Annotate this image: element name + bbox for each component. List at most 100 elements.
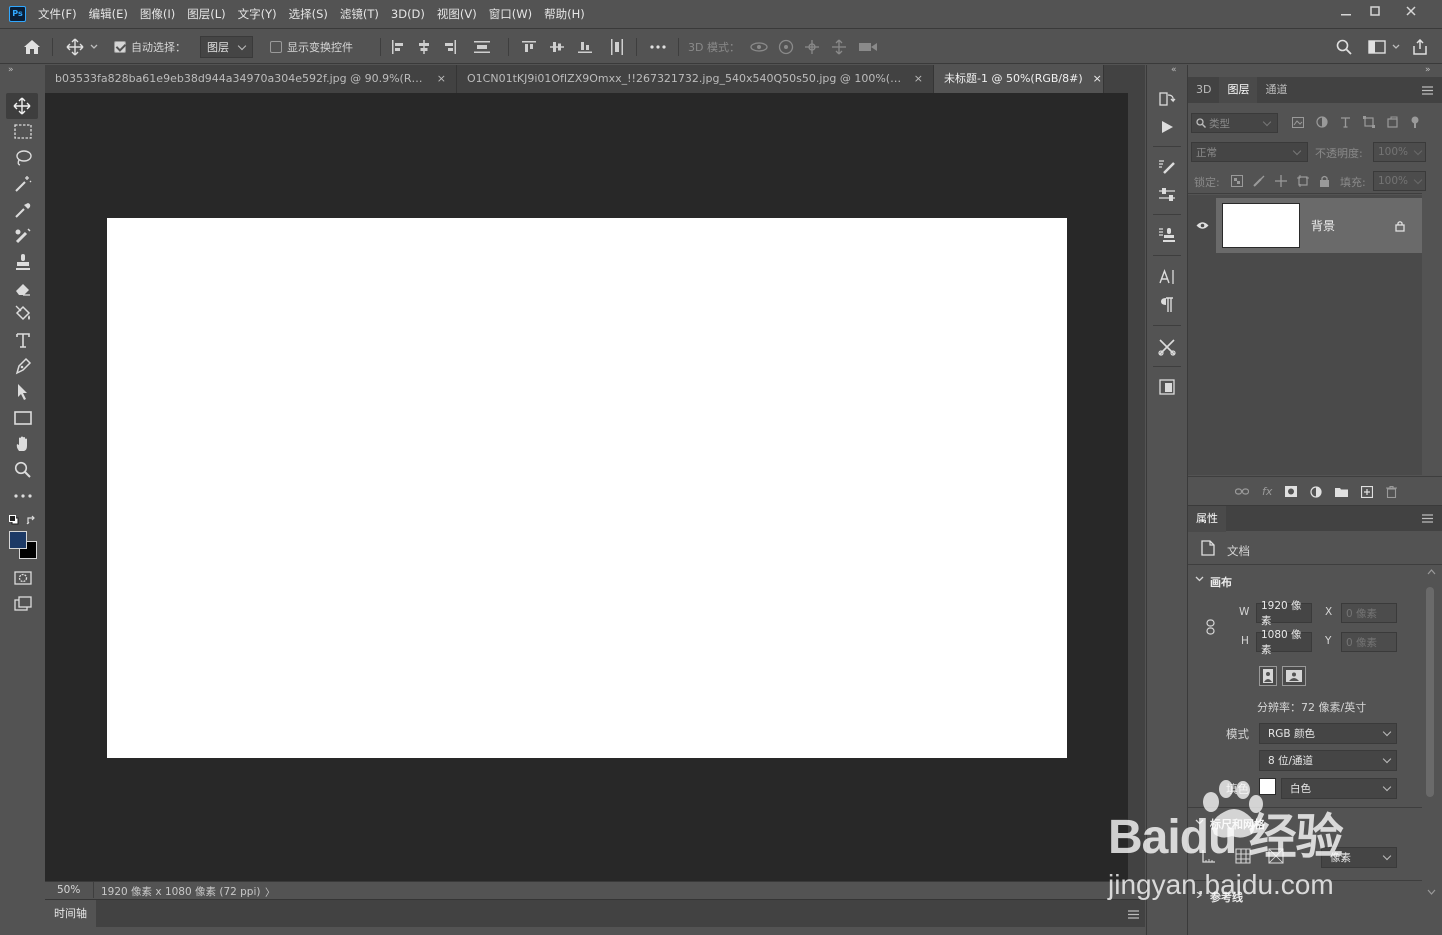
panel-menu-icon[interactable] <box>1422 86 1433 95</box>
align-left-icon[interactable] <box>392 40 404 54</box>
tab-close-icon[interactable]: × <box>914 65 923 93</box>
filter-adjustment-icon[interactable] <box>1316 116 1328 128</box>
maximize-button[interactable] <box>1358 0 1392 22</box>
share-button[interactable] <box>1410 30 1430 64</box>
slide-3d-icon[interactable] <box>830 39 848 55</box>
height-input[interactable]: 1080 像素 <box>1256 629 1312 656</box>
marquee-tool[interactable] <box>0 119 45 145</box>
pixel-grid-icon[interactable] <box>1268 848 1284 864</box>
chevron-right-icon[interactable] <box>1195 892 1204 898</box>
magic-wand-tool[interactable] <box>0 171 45 197</box>
menu-edit[interactable]: 编辑(E) <box>83 0 134 29</box>
layer-name[interactable]: 背景 <box>1311 217 1335 234</box>
lock-position-icon[interactable] <box>1275 175 1287 187</box>
blend-mode-dropdown[interactable]: 正常 <box>1191 142 1308 162</box>
tab-layers[interactable]: 图层 <box>1219 77 1258 103</box>
zoom-tool[interactable] <box>0 457 45 483</box>
link-dimensions-icon[interactable] <box>1206 619 1215 635</box>
status-menu-arrow[interactable]: 〉 <box>265 884 275 899</box>
foreground-color-swatch[interactable] <box>9 531 27 549</box>
menu-filter[interactable]: 滤镜(T) <box>334 0 385 29</box>
ruler-icon[interactable] <box>1202 849 1216 863</box>
tab-document-2[interactable]: O1CN01tKJ9i01OfIZX9Omxx_!!267321732.jpg_… <box>457 65 934 93</box>
paragraph-panel-button[interactable] <box>1147 291 1187 319</box>
menu-view[interactable]: 视图(V) <box>431 0 483 29</box>
menu-3d[interactable]: 3D(D) <box>385 0 431 29</box>
distribute-horizontal-icon[interactable] <box>610 39 624 55</box>
actions-panel-button[interactable] <box>1147 113 1187 141</box>
fill-color-dropdown[interactable]: 白色 <box>1281 778 1397 799</box>
fill-input[interactable]: 100% <box>1373 171 1426 191</box>
type-tool[interactable] <box>0 327 45 353</box>
landscape-orientation-button[interactable] <box>1282 666 1306 686</box>
clone-stamp-tool[interactable] <box>0 249 45 275</box>
path-selection-tool[interactable] <box>0 379 45 405</box>
layer-filter-dropdown[interactable]: 类型 <box>1191 113 1278 133</box>
bit-depth-dropdown[interactable]: 8 位/通道 <box>1259 750 1397 771</box>
more-options-button[interactable] <box>648 30 668 64</box>
menu-type[interactable]: 文字(Y) <box>232 0 283 29</box>
panel-menu-icon[interactable] <box>1128 910 1139 919</box>
y-input[interactable]: 0 像素 <box>1341 632 1397 652</box>
collapse-chevron-icon[interactable]: » <box>8 65 14 75</box>
pan-3d-icon[interactable] <box>804 39 820 55</box>
add-mask-icon[interactable] <box>1285 486 1298 497</box>
canvas-area[interactable] <box>45 93 1128 881</box>
lock-all-icon[interactable] <box>1319 175 1330 187</box>
width-input[interactable]: 1920 像素 <box>1256 600 1312 627</box>
roll-3d-icon[interactable] <box>778 39 794 55</box>
visibility-eye-icon[interactable] <box>1196 221 1209 230</box>
delete-layer-icon[interactable] <box>1386 485 1398 498</box>
menu-image[interactable]: 图像(I) <box>134 0 181 29</box>
checkbox-checked[interactable] <box>114 41 126 53</box>
align-right-icon[interactable] <box>444 40 456 54</box>
filter-pixel-icon[interactable] <box>1292 116 1304 128</box>
distribute-vertical-icon[interactable] <box>474 40 490 54</box>
layer-row-background[interactable]: 背景 <box>1216 198 1422 253</box>
menu-select[interactable]: 选择(S) <box>283 0 334 29</box>
checkbox-unchecked[interactable] <box>270 41 282 53</box>
ruler-units-dropdown[interactable]: 像素 <box>1321 847 1397 868</box>
new-adjustment-layer-icon[interactable] <box>1310 485 1322 498</box>
screen-mode-button[interactable] <box>0 591 45 617</box>
menu-help[interactable]: 帮助(H) <box>538 0 591 29</box>
search-button[interactable] <box>1334 30 1354 64</box>
fill-color-swatch[interactable] <box>1259 778 1276 795</box>
menu-layer[interactable]: 图层(L) <box>181 0 231 29</box>
menu-window[interactable]: 窗口(W) <box>483 0 538 29</box>
paint-bucket-tool[interactable] <box>0 301 45 327</box>
eraser-tool[interactable] <box>0 275 45 301</box>
menu-file[interactable]: 文件(F) <box>32 0 83 29</box>
camera-3d-icon[interactable] <box>858 41 878 53</box>
lock-artboard-icon[interactable] <box>1297 175 1309 187</box>
opacity-input[interactable]: 100% <box>1373 142 1426 162</box>
brushes-panel-button[interactable] <box>1147 153 1187 181</box>
character-panel-button[interactable] <box>1147 263 1187 291</box>
chevron-down-icon[interactable] <box>1195 576 1204 582</box>
workspace-button[interactable] <box>1364 30 1404 64</box>
document-canvas[interactable] <box>107 218 1067 758</box>
hand-tool[interactable] <box>0 431 45 457</box>
chevron-down-icon[interactable] <box>1195 819 1204 825</box>
history-panel-button[interactable] <box>1147 85 1187 113</box>
tab-channels[interactable]: 通道 <box>1257 77 1295 103</box>
align-vertical-center-icon[interactable] <box>550 41 564 53</box>
vertical-scrollbar[interactable] <box>1128 93 1145 881</box>
scroll-thumb[interactable] <box>1426 587 1434 797</box>
tab-document-untitled[interactable]: 未标题-1 @ 50%(RGB/8#) × <box>934 65 1104 93</box>
orbit-3d-icon[interactable] <box>750 39 768 55</box>
timeline-tab[interactable]: 时间轴 <box>45 900 96 927</box>
lock-image-icon[interactable] <box>1253 175 1265 187</box>
auto-select-target-dropdown[interactable]: 图层 <box>200 36 253 58</box>
tab-close-icon[interactable]: × <box>437 65 446 93</box>
tab-properties[interactable]: 属性 <box>1188 506 1226 532</box>
tool-presets-panel-button[interactable] <box>1147 333 1187 361</box>
eyedropper-tool[interactable] <box>0 197 45 223</box>
new-layer-icon[interactable] <box>1361 485 1374 498</box>
align-bottom-icon[interactable] <box>578 41 592 53</box>
filter-type-icon[interactable] <box>1340 116 1351 128</box>
x-input[interactable]: 0 像素 <box>1341 603 1397 623</box>
healing-brush-tool[interactable] <box>0 223 45 249</box>
swap-colors-button[interactable] <box>26 515 37 526</box>
portrait-orientation-button[interactable] <box>1259 666 1277 686</box>
